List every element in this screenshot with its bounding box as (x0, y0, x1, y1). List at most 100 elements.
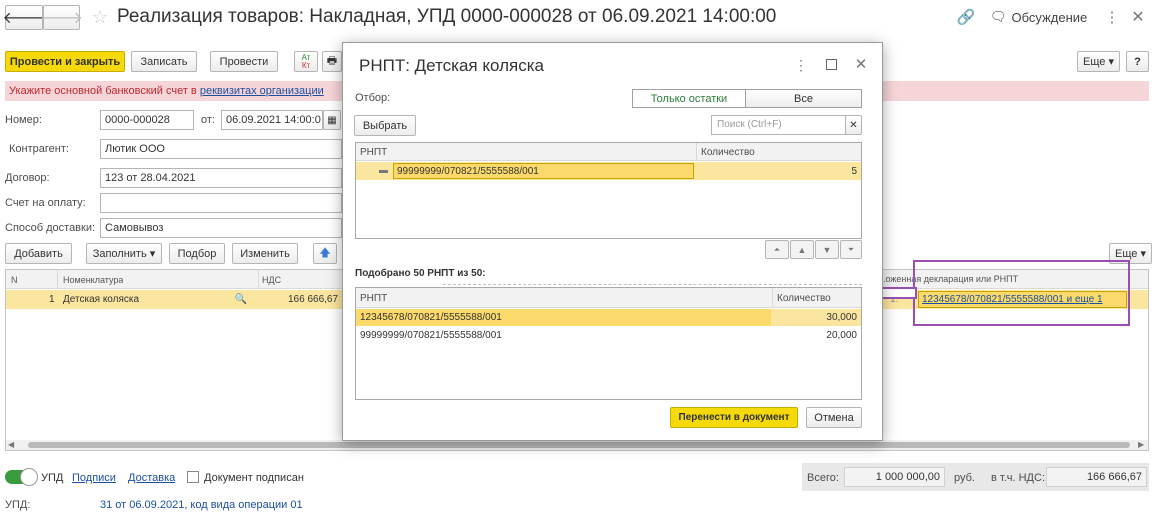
rnpt-dialog: РНПТ: Детская коляска ⋮ ✕ Отбор: Только … (342, 42, 883, 441)
scrollbar-thumb[interactable] (28, 442, 1130, 448)
col-vat: НДС (262, 275, 282, 285)
picked-summary: Подобрано 50 РНПТ из 50: (355, 268, 486, 279)
star-icon[interactable]: ☆ (90, 6, 110, 28)
col-n: N (11, 275, 18, 285)
scroll-right-arrow[interactable]: ▶ (1138, 440, 1144, 449)
dialog-close-icon[interactable]: ✕ (853, 55, 869, 73)
col-rnpt: РНПТ (360, 147, 388, 158)
col-rnpt: РНПТ (360, 293, 388, 304)
pick-button[interactable]: Подбор (169, 243, 225, 264)
date-field[interactable]: 06.09.2021 14:00:0 (221, 110, 323, 130)
available-rnpt-table: РНПТ Количество 99999999/070821/5555588/… (355, 142, 862, 239)
annotation-box (913, 260, 1130, 326)
upd-info-label: УПД: (5, 499, 31, 511)
save-button[interactable]: Записать (131, 51, 197, 72)
calendar-icon: ▦ (327, 114, 337, 126)
move-last-button[interactable]: ⏷ (840, 240, 862, 259)
move-up-button[interactable]: ▲ (790, 240, 814, 259)
dt-kt-button[interactable]: Ат Кт (294, 51, 318, 72)
move-first-button[interactable]: ⏶ (765, 240, 789, 259)
number-label: Номер: (5, 114, 42, 126)
qty-value: 5 (851, 166, 857, 177)
help-button[interactable]: ? (1126, 51, 1149, 72)
invoice-field[interactable] (100, 193, 342, 213)
rnpt-value: 99999999/070821/5555588/001 (397, 166, 539, 177)
first-icon: ⏶ (773, 244, 781, 254)
back-button[interactable]: 🡐 (3, 5, 45, 30)
vat-total-label: в т.ч. НДС: (991, 472, 1046, 484)
divider (443, 284, 862, 285)
kebab-icon[interactable]: ⋮ (1105, 7, 1120, 27)
print-button[interactable]: 🖶 (322, 51, 342, 72)
post-button[interactable]: Провести (210, 51, 278, 72)
date-label: от: (201, 114, 215, 126)
close-icon[interactable]: ✕ (1130, 7, 1146, 27)
signatures-link[interactable]: Подписи (72, 472, 116, 484)
post-and-close-button[interactable]: Провести и закрыть (5, 51, 125, 72)
chat-icon: 🗨 (990, 9, 1007, 24)
row-n: 1 (49, 294, 55, 305)
total-field: 1 000 000,00 (844, 467, 945, 487)
col-nomenclature: Номенклатура (63, 275, 124, 285)
filter-label: Отбор: (355, 92, 391, 104)
signed-label: Документ подписан (204, 472, 304, 484)
filter-only-rest[interactable]: Только остатки (632, 89, 746, 108)
warning-text: Укажите основной банковский счет в рекви… (9, 85, 324, 97)
fill-button[interactable]: Заполнить ▾ (86, 243, 162, 264)
move-up-button[interactable]: 🡅 (313, 243, 337, 264)
col-qty: Количество (701, 147, 755, 158)
link-icon[interactable]: 🔗 (956, 7, 976, 27)
qty-value: 20,000 (826, 330, 857, 341)
add-button[interactable]: Добавить (5, 243, 72, 264)
move-down-button[interactable]: ▼ (815, 240, 839, 259)
row-vat: 166 666,67 (288, 294, 339, 305)
change-button[interactable]: Изменить (232, 243, 298, 264)
upd-toggle-label: УПД (41, 472, 64, 484)
discussion-button[interactable]: 🗨 Обсуждение (990, 9, 1087, 25)
upd-toggle-knob (20, 468, 38, 486)
delivery-field[interactable]: Самовывоз (100, 218, 342, 238)
contractor-label: Контрагент: (9, 143, 69, 155)
contractor-field[interactable]: Лютик ООО (100, 139, 342, 159)
down-icon: ▼ (822, 244, 832, 255)
printer-icon: 🖶 (326, 55, 338, 67)
maximize-icon[interactable] (826, 59, 837, 70)
row-nomenclature: Детская коляска (63, 294, 140, 305)
org-details-link[interactable]: реквизитах организации (200, 85, 324, 97)
col-qty: Количество (777, 293, 831, 304)
clear-icon: ✕ (849, 119, 858, 131)
upd-info-value: 31 от 06.09.2021, код вида операции 01 (100, 499, 303, 511)
calendar-button[interactable]: ▦ (323, 110, 341, 130)
signed-checkbox[interactable] (187, 471, 199, 483)
forward-button[interactable]: 🡒 (40, 5, 83, 30)
qty-value: 30,000 (826, 312, 857, 323)
scroll-left-arrow[interactable]: ◀ (8, 440, 14, 449)
dialog-title: РНПТ: Детская коляска (359, 56, 544, 75)
arrow-up-icon: 🡅 (319, 247, 331, 259)
cancel-button[interactable]: Отмена (806, 407, 862, 428)
contract-label: Договор: (5, 172, 50, 184)
search-input[interactable]: Поиск (Ctrl+F) (711, 115, 846, 135)
delivery-link[interactable]: Доставка (128, 472, 175, 484)
rnpt-value: 12345678/070821/5555588/001 (360, 312, 502, 323)
search-item-icon[interactable]: 🔍 (233, 292, 249, 307)
up-icon: ▲ (797, 244, 807, 255)
rnpt-value: 99999999/070821/5555588/001 (360, 330, 502, 341)
dialog-kebab-icon[interactable]: ⋮ (794, 56, 808, 74)
number-field[interactable]: 0000-000028 (100, 110, 194, 130)
collapse-icon[interactable] (379, 170, 388, 173)
last-icon: ⏷ (847, 244, 855, 254)
invoice-label: Счет на оплату: (5, 197, 86, 209)
select-button[interactable]: Выбрать (354, 115, 416, 136)
vat-total-field: 166 666,67 (1046, 467, 1147, 487)
total-label: Всего: (807, 472, 839, 484)
search-clear-button[interactable]: ✕ (845, 115, 862, 135)
kt-label: Кт (301, 60, 311, 70)
contract-field[interactable]: 123 от 28.04.2021 (100, 168, 342, 188)
picked-rnpt-table: РНПТ Количество 12345678/070821/5555588/… (355, 287, 862, 400)
delivery-label: Способ доставки: (5, 222, 96, 234)
filter-all[interactable]: Все (745, 89, 862, 108)
transfer-to-document-button[interactable]: Перенести в документ (670, 407, 798, 428)
page-title: Реализация товаров: Накладная, УПД 0000-… (117, 6, 777, 27)
more-button[interactable]: Еще ▾ (1077, 51, 1120, 72)
